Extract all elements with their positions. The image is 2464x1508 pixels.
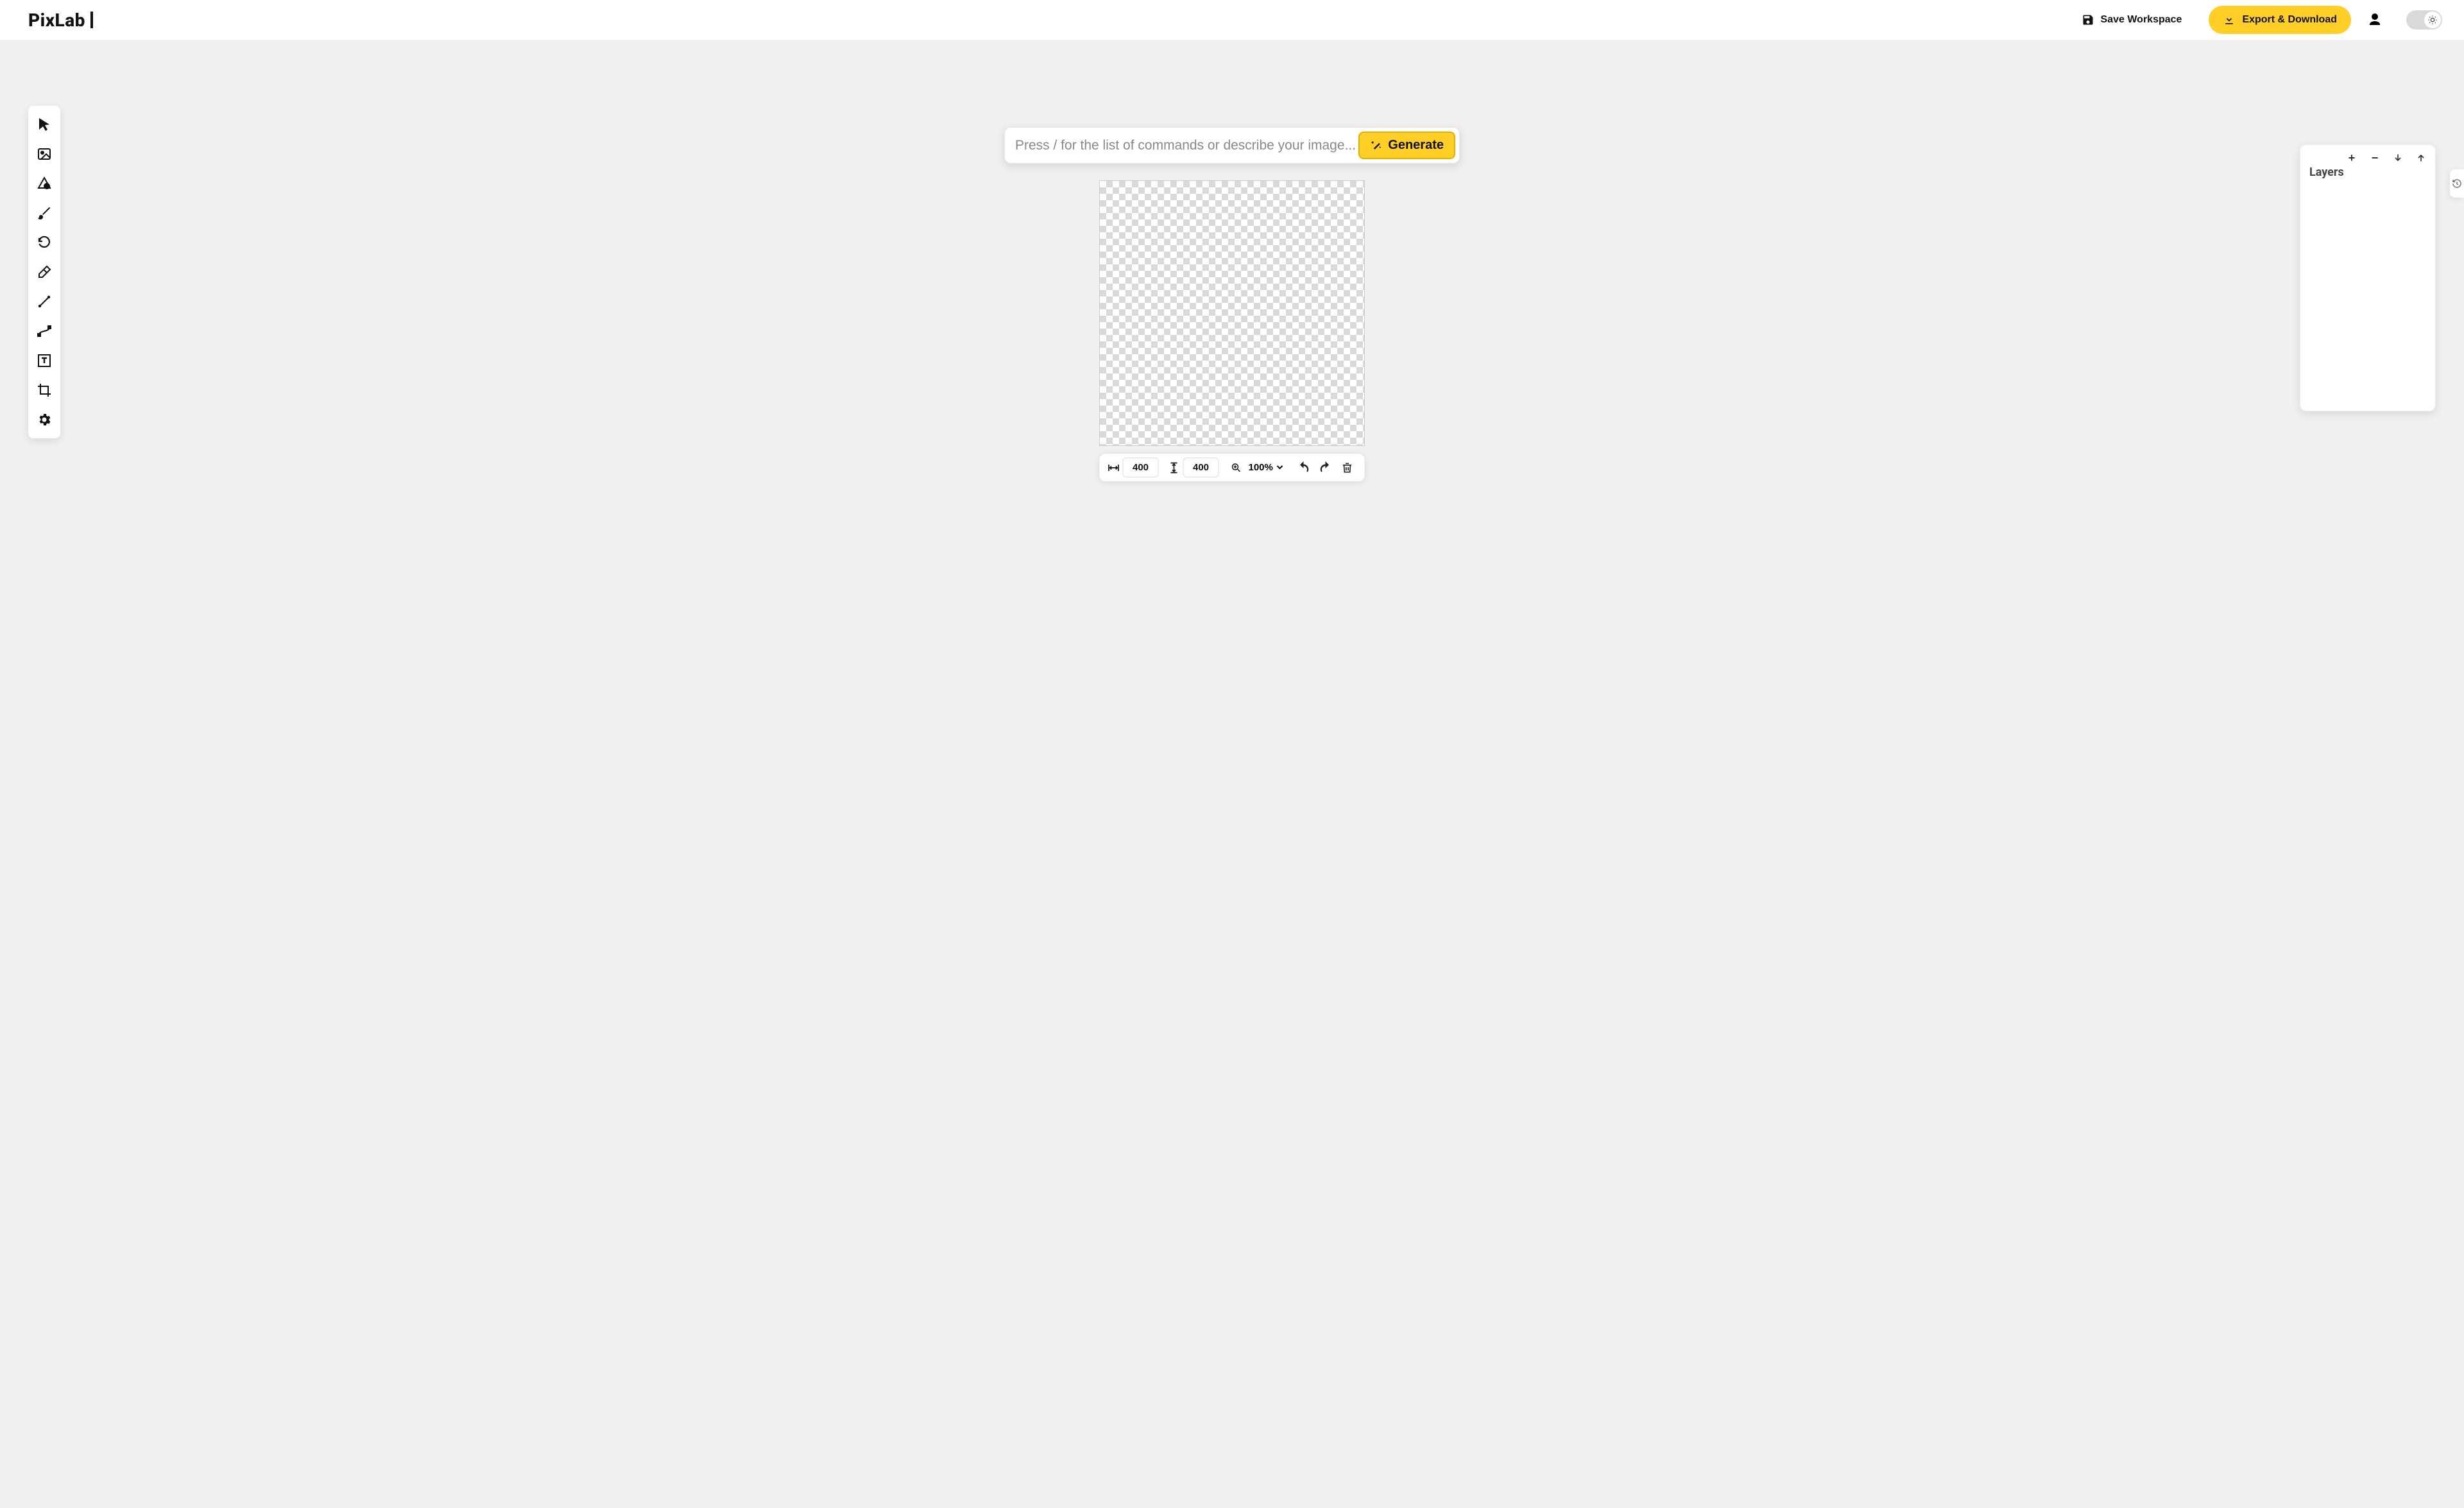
- canvas-height-input[interactable]: [1183, 458, 1219, 477]
- height-icon: [1168, 461, 1181, 474]
- tool-brush[interactable]: [31, 198, 58, 228]
- history-tab[interactable]: [2450, 169, 2464, 198]
- width-icon: [1108, 461, 1120, 474]
- user-icon: [2367, 12, 2383, 28]
- layers-controls: + −: [2300, 145, 2435, 164]
- logo-cursor-icon: [90, 12, 93, 28]
- line-icon: [37, 294, 52, 309]
- layers-panel: + − Layers: [2300, 144, 2436, 411]
- layer-move-up-button[interactable]: [2415, 151, 2427, 164]
- arrow-up-icon: [2416, 153, 2426, 163]
- tool-cursor[interactable]: [31, 110, 58, 139]
- prompt-bar: Generate: [1004, 127, 1460, 164]
- delete-button[interactable]: [1338, 458, 1357, 477]
- undo-button[interactable]: [1294, 458, 1313, 477]
- trash-icon: [1341, 461, 1354, 474]
- canvas[interactable]: [1099, 180, 1365, 446]
- sun-icon: [2427, 15, 2438, 25]
- app-logo: PixLab: [28, 10, 93, 31]
- tool-palette: [28, 106, 60, 438]
- tool-text[interactable]: [31, 346, 58, 375]
- tool-settings[interactable]: [31, 405, 58, 434]
- export-download-button[interactable]: Export & Download: [2209, 6, 2351, 34]
- minus-icon: −: [2372, 151, 2379, 165]
- layer-move-down-button[interactable]: [2391, 151, 2404, 164]
- redo-button[interactable]: [1316, 458, 1335, 477]
- plus-icon: +: [2348, 151, 2356, 165]
- cursor-icon: [37, 117, 52, 132]
- app-header: PixLab Save Workspace Export & Download: [0, 0, 2464, 40]
- account-button[interactable]: [2363, 8, 2387, 32]
- export-button-label: Export & Download: [2242, 14, 2337, 26]
- prompt-input[interactable]: [1015, 138, 1358, 153]
- tool-bezier[interactable]: [31, 316, 58, 346]
- crop-icon: [37, 382, 52, 398]
- download-icon: [2223, 13, 2236, 26]
- brush-icon: [37, 205, 52, 221]
- tool-eraser[interactable]: [31, 257, 58, 287]
- theme-toggle[interactable]: [2406, 10, 2442, 30]
- tool-line[interactable]: [31, 287, 58, 316]
- history-icon: [2452, 178, 2462, 189]
- redo-icon: [1319, 461, 1333, 475]
- layers-panel-title: Layers: [2300, 164, 2435, 185]
- eraser-icon: [37, 264, 52, 280]
- undo-rotate-icon: [37, 235, 52, 250]
- shape-icon: [37, 176, 52, 191]
- magic-wand-icon: [1370, 139, 1383, 152]
- undo-icon: [1297, 461, 1311, 475]
- tool-reset-rotate[interactable]: [31, 228, 58, 257]
- layer-add-button[interactable]: +: [2345, 151, 2358, 164]
- image-icon: [37, 146, 52, 162]
- bezier-icon: [37, 323, 52, 339]
- canvas-width-input[interactable]: [1123, 458, 1159, 477]
- generate-button-label: Generate: [1388, 138, 1444, 153]
- canvas-status-bar: 100%: [1099, 453, 1365, 482]
- tool-image[interactable]: [31, 139, 58, 169]
- zoom-in-icon: [1231, 462, 1242, 474]
- tool-crop[interactable]: [31, 375, 58, 405]
- save-workspace-button[interactable]: Save Workspace: [2070, 7, 2194, 33]
- gear-icon: [37, 412, 52, 427]
- save-icon: [2082, 13, 2094, 26]
- layer-remove-button[interactable]: −: [2368, 151, 2381, 164]
- text-icon: [37, 353, 52, 368]
- tool-shape[interactable]: [31, 169, 58, 198]
- generate-button[interactable]: Generate: [1358, 132, 1455, 159]
- logo-text: PixLab: [28, 10, 85, 31]
- save-button-label: Save Workspace: [2101, 14, 2182, 26]
- zoom-select[interactable]: 100%: [1245, 459, 1285, 476]
- theme-toggle-knob: [2424, 12, 2441, 28]
- arrow-down-icon: [2393, 153, 2403, 163]
